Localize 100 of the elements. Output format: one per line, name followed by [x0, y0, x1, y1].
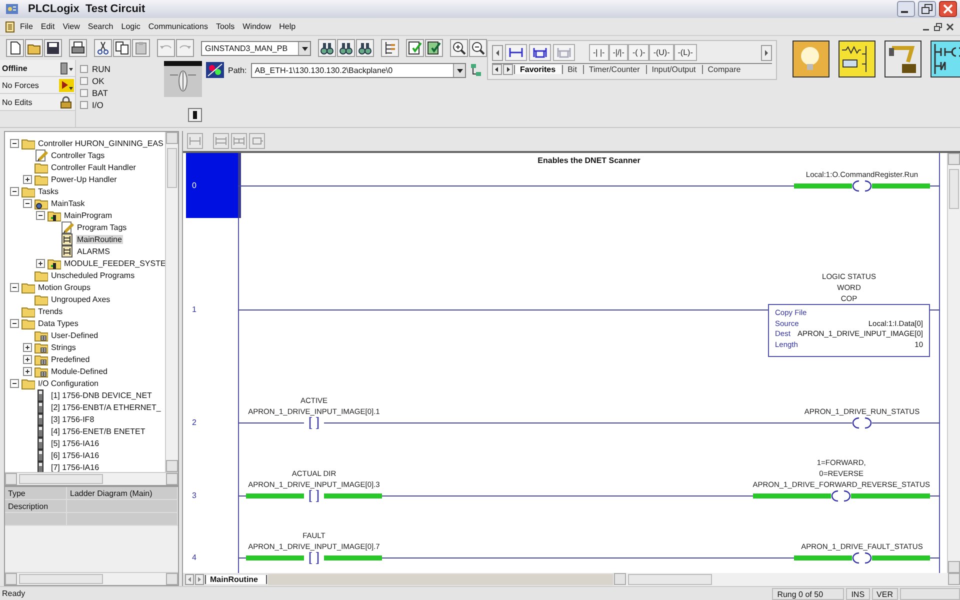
- copy-icon[interactable]: [113, 39, 131, 57]
- slot-icon[interactable]: [188, 108, 202, 122]
- cut-icon[interactable]: [94, 39, 112, 57]
- tree-toggle-icon[interactable]: [10, 378, 19, 388]
- binoculars-icon[interactable]: [356, 39, 374, 57]
- zoom-in-icon[interactable]: [450, 39, 468, 57]
- tree-item[interactable]: Strings: [50, 342, 77, 352]
- tree-toggle-icon[interactable]: [23, 198, 32, 208]
- print-icon[interactable]: [69, 39, 87, 57]
- zoom-out-icon[interactable]: [469, 39, 487, 57]
- tree-item[interactable]: Data Types: [37, 318, 80, 328]
- palette-tab[interactable]: Bit: [562, 65, 582, 74]
- horizontal-scrollbar[interactable]: [5, 472, 178, 485]
- close-icon[interactable]: [944, 22, 956, 32]
- horizontal-scrollbar[interactable]: [5, 572, 178, 585]
- restore-icon[interactable]: [932, 22, 944, 32]
- tree-toggle-icon[interactable]: [23, 342, 32, 352]
- tree-item[interactable]: Unscheduled Programs: [50, 270, 136, 280]
- tree-item[interactable]: Tasks: [37, 186, 60, 196]
- tab-left-icon[interactable]: [492, 64, 502, 75]
- light-bulb-icon[interactable]: [792, 40, 830, 78]
- rung-number[interactable]: 4: [186, 552, 196, 564]
- menu-item[interactable]: Tools: [212, 22, 239, 31]
- scroll-right-icon[interactable]: [761, 44, 772, 60]
- tree-item[interactable]: Controller HURON_GINNING_EAS: [37, 138, 164, 148]
- forces-icon[interactable]: [59, 78, 74, 92]
- binoculars-icon[interactable]: [337, 39, 355, 57]
- tree-item[interactable]: MODULE_FEEDER_SYSTE: [63, 258, 165, 268]
- ladder-logic-icon[interactable]: [930, 40, 960, 78]
- tree-item[interactable]: I/O Configuration: [37, 378, 100, 388]
- routine-tab[interactable]: MainRoutine: [205, 575, 267, 584]
- menu-item[interactable]: File: [16, 22, 37, 31]
- menu-item[interactable]: Communications: [144, 22, 212, 31]
- tree-toggle-icon[interactable]: [36, 210, 45, 220]
- rung-number[interactable]: 3: [186, 490, 196, 502]
- menu-item[interactable]: Edit: [36, 22, 59, 31]
- network-icon[interactable]: [206, 62, 224, 78]
- tree-item[interactable]: Ungrouped Axes: [50, 294, 112, 304]
- palette-tab[interactable]: Timer/Counter: [582, 65, 645, 74]
- mode-icon[interactable]: [59, 62, 74, 74]
- menu-item[interactable]: Window: [238, 22, 276, 31]
- tree-toggle-icon[interactable]: [10, 282, 19, 292]
- restore-icon[interactable]: [918, 1, 936, 17]
- instruction-button[interactable]: -|/|-: [608, 44, 628, 61]
- tree-item[interactable]: MainProgram: [63, 210, 114, 220]
- new-file-icon[interactable]: [6, 39, 24, 57]
- close-icon[interactable]: [939, 1, 957, 17]
- contact-instruction[interactable]: [246, 417, 382, 429]
- rung-icon[interactable]: [505, 44, 527, 61]
- tree-item[interactable]: Trends: [37, 306, 64, 316]
- rung-number[interactable]: 0: [186, 180, 196, 192]
- menu-item[interactable]: View: [58, 22, 84, 31]
- tree-item[interactable]: Predefined: [50, 354, 91, 364]
- instruction-button[interactable]: -(L)-: [674, 44, 697, 61]
- tree-item[interactable]: Motion Groups: [37, 282, 92, 292]
- page-check-icon[interactable]: [406, 39, 424, 57]
- scroll-left-icon[interactable]: [492, 44, 503, 60]
- tree-item[interactable]: [6] 1756-IA16: [50, 450, 100, 460]
- rung-number[interactable]: 2: [186, 417, 196, 429]
- tree-toggle-icon[interactable]: [10, 186, 19, 196]
- routine-combo[interactable]: GINSTAND3_MAN_PB: [201, 40, 311, 56]
- open-folder-icon[interactable]: [25, 39, 43, 57]
- minimize-icon[interactable]: [897, 1, 915, 17]
- tree-toggle-icon[interactable]: [23, 354, 32, 364]
- tree-item[interactable]: MainTask: [50, 198, 86, 208]
- tree-item[interactable]: User-Defined: [50, 330, 100, 340]
- horizontal-scrollbar[interactable]: [614, 573, 960, 586]
- tree-view-icon[interactable]: [381, 39, 399, 57]
- tree-item[interactable]: Module-Defined: [50, 366, 108, 376]
- menu-item[interactable]: Logic: [117, 22, 144, 31]
- tree-item[interactable]: [5] 1756-IA16: [50, 438, 100, 448]
- tree-item[interactable]: [4] 1756-ENET/B ENETET: [50, 426, 146, 436]
- tree-toggle-icon[interactable]: [36, 258, 45, 268]
- palette-tab[interactable]: Input/Output: [646, 65, 701, 74]
- coil-instruction[interactable]: [794, 552, 930, 564]
- circuit-icon[interactable]: [838, 40, 876, 78]
- tree-item[interactable]: Controller Tags: [50, 150, 106, 160]
- tree-item[interactable]: Power-Up Handler: [50, 174, 118, 184]
- lock-icon[interactable]: [59, 96, 74, 108]
- tree-toggle-icon[interactable]: [23, 366, 32, 376]
- tree-item[interactable]: [3] 1756-IF8: [50, 414, 96, 424]
- tree-item[interactable]: Program Tags: [76, 222, 128, 232]
- rung-number[interactable]: 1: [186, 304, 196, 316]
- page-check-icon[interactable]: [425, 39, 443, 57]
- save-icon[interactable]: [44, 39, 62, 57]
- instruction-button[interactable]: -( )-: [628, 44, 650, 61]
- menu-item[interactable]: Search: [84, 22, 118, 31]
- tree-item[interactable]: [7] 1756-IA16: [50, 462, 100, 472]
- tree-toggle-icon[interactable]: [10, 138, 19, 148]
- tree-toggle-icon[interactable]: [10, 318, 19, 328]
- binoculars-icon[interactable]: [318, 39, 336, 57]
- vertical-scrollbar[interactable]: [165, 132, 178, 472]
- tab-right-icon[interactable]: [503, 64, 513, 75]
- instruction-button[interactable]: -| |-: [589, 44, 609, 61]
- tree-item[interactable]: [1] 1756-DNB DEVICE_NET: [50, 390, 153, 400]
- robot-arm-icon[interactable]: [884, 40, 922, 78]
- network-tree-icon[interactable]: [470, 63, 482, 77]
- branch-icon[interactable]: [529, 44, 551, 61]
- instruction-button[interactable]: -(U)-: [649, 44, 674, 61]
- tree-item[interactable]: MainRoutine: [76, 234, 123, 244]
